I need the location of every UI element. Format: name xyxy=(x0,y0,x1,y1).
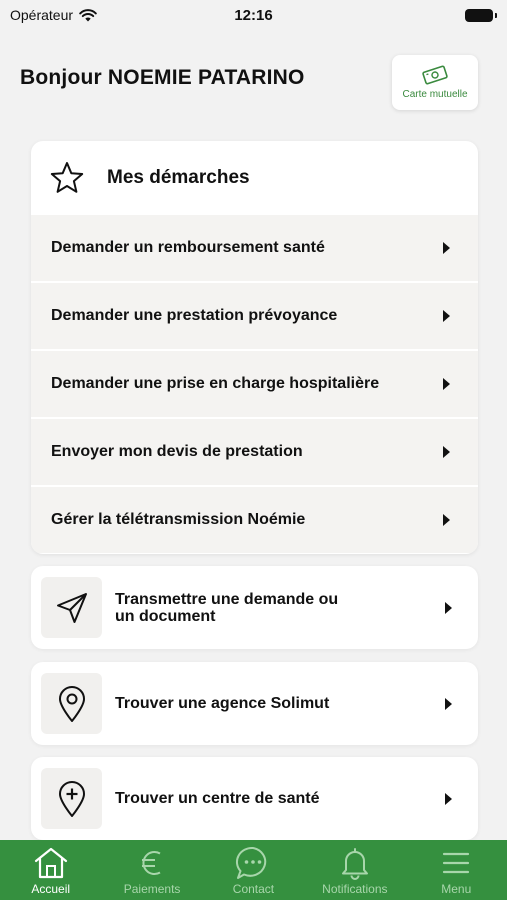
greeting-title: Bonjour NOEMIE PATARINO xyxy=(20,66,305,89)
bottom-tab-bar: Accueil Paiements Contact Notifications xyxy=(0,840,507,900)
chat-icon xyxy=(236,846,267,879)
tab-notifications[interactable]: Notifications xyxy=(304,846,405,896)
demarche-label: Demander une prestation prévoyance xyxy=(51,307,338,324)
action-transmettre-document[interactable]: Transmettre une demande ou un document xyxy=(31,566,478,649)
arrow-right-icon xyxy=(443,446,450,458)
demarches-header: Mes démarches xyxy=(31,141,478,215)
arrow-right-icon xyxy=(443,514,450,526)
action-label: Trouver un centre de santé xyxy=(115,790,320,807)
health-location-icon xyxy=(58,780,85,817)
tab-paiements[interactable]: Paiements xyxy=(102,846,203,896)
header: Bonjour NOEMIE PATARINO Carte mutuelle xyxy=(0,52,507,112)
wifi-icon xyxy=(79,8,97,21)
tab-contact[interactable]: Contact xyxy=(203,846,304,896)
carrier-name: Opérateur xyxy=(10,7,74,23)
tab-label: Contact xyxy=(232,882,275,896)
tab-label: Notifications xyxy=(322,882,388,896)
demarches-title: Mes démarches xyxy=(107,167,250,188)
star-icon xyxy=(50,162,84,193)
carte-mutuelle-label: Carte mutuelle xyxy=(402,89,468,100)
demarche-item-devis[interactable]: Envoyer mon devis de prestation xyxy=(31,419,478,485)
action-icon-box xyxy=(41,673,102,734)
send-icon xyxy=(56,592,87,623)
action-icon-box xyxy=(41,768,102,829)
demarche-item-hospitaliere[interactable]: Demander une prise en charge hospitalièr… xyxy=(31,351,478,417)
tab-menu[interactable]: Menu xyxy=(406,846,507,896)
status-bar: Opérateur 12:16 xyxy=(0,0,507,30)
demarches-panel: Mes démarches Demander un remboursement … xyxy=(31,141,478,554)
demarche-label: Envoyer mon devis de prestation xyxy=(51,443,303,460)
demarche-item-teletransmission[interactable]: Gérer la télétransmission Noémie xyxy=(31,487,478,553)
tab-label: Paiements xyxy=(123,882,181,896)
action-label: Transmettre une demande ou un document xyxy=(115,590,339,625)
demarche-label: Gérer la télétransmission Noémie xyxy=(51,511,306,528)
arrow-right-icon xyxy=(445,697,452,710)
demarche-item-remboursement[interactable]: Demander un remboursement santé xyxy=(31,215,478,281)
arrow-right-icon xyxy=(443,378,450,390)
home-icon xyxy=(34,847,67,879)
arrow-right-icon xyxy=(445,792,452,805)
carte-mutuelle-button[interactable]: Carte mutuelle xyxy=(392,55,478,110)
menu-icon xyxy=(443,852,470,874)
status-left: Opérateur xyxy=(10,7,97,23)
battery-icon xyxy=(465,8,497,22)
tab-label: Accueil xyxy=(31,882,71,896)
tab-label: Menu xyxy=(441,882,472,896)
action-label: Trouver une agence Solimut xyxy=(115,695,330,712)
demarche-label: Demander un remboursement santé xyxy=(51,239,325,256)
euro-icon xyxy=(142,851,161,875)
arrow-right-icon xyxy=(445,601,452,614)
demarche-item-prevoyance[interactable]: Demander une prestation prévoyance xyxy=(31,283,478,349)
location-pin-icon xyxy=(58,685,85,722)
bell-icon xyxy=(341,848,368,880)
arrow-right-icon xyxy=(443,242,450,254)
tab-accueil[interactable]: Accueil xyxy=(0,846,101,896)
demarche-label: Demander une prise en charge hospitalièr… xyxy=(51,375,380,392)
arrow-right-icon xyxy=(443,310,450,322)
action-trouver-centre-sante[interactable]: Trouver un centre de santé xyxy=(31,757,478,840)
action-trouver-agence[interactable]: Trouver une agence Solimut xyxy=(31,662,478,745)
card-icon xyxy=(422,65,448,85)
action-icon-box xyxy=(41,577,102,638)
